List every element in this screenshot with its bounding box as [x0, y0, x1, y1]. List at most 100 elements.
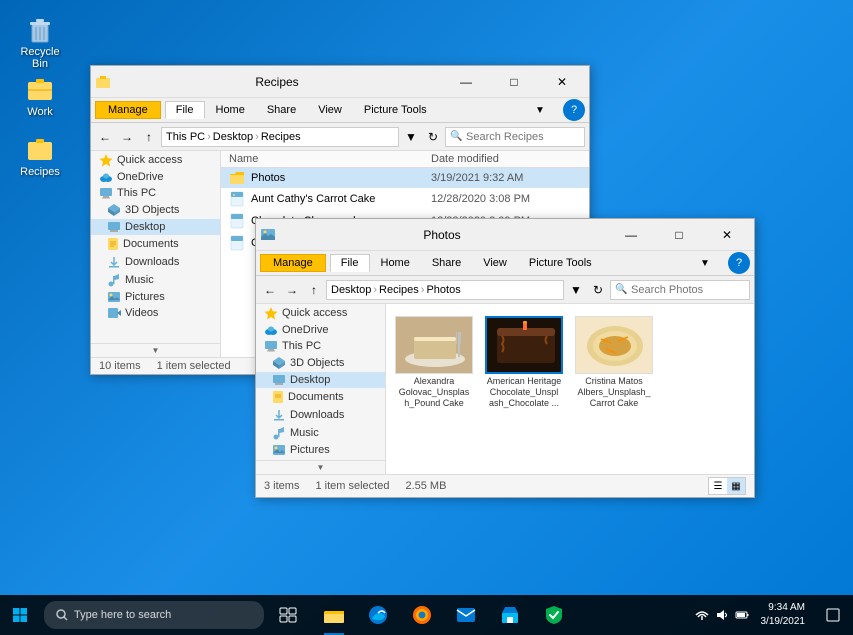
recipes-manage-tab[interactable]: Manage — [95, 101, 161, 119]
onedrive-label: OneDrive — [117, 171, 163, 183]
tile-view-button[interactable]: ▦ — [727, 478, 745, 494]
photos-ribbon-toggle[interactable]: ▼ — [682, 247, 728, 279]
sidebar-scroll-down[interactable]: ▼ — [91, 343, 220, 357]
recipes-icon — [24, 134, 56, 166]
recipes-path-dropdown[interactable]: ▼ — [401, 127, 421, 147]
photos-refresh-button[interactable]: ↻ — [588, 280, 608, 300]
photos-sidebar-3d-objects[interactable]: 3D Objects — [256, 354, 385, 372]
recipes-picture-tools-tab[interactable]: Picture Tools — [353, 101, 438, 119]
name-column-header[interactable]: Name — [229, 153, 431, 165]
photos-minimize-button[interactable]: ― — [608, 219, 654, 251]
task-view-button[interactable] — [268, 595, 308, 635]
recipes-home-tab[interactable]: Home — [205, 101, 256, 119]
sidebar-desktop[interactable]: Desktop — [91, 219, 220, 235]
list-view-button[interactable]: ☰ — [709, 478, 727, 494]
windows-logo-icon — [12, 607, 28, 623]
recipes-ribbon-tabs: Manage File Home Share View Picture Tool… — [91, 98, 589, 122]
taskbar-edge[interactable] — [356, 595, 400, 635]
taskbar-mail[interactable] — [444, 595, 488, 635]
photos-home-tab[interactable]: Home — [370, 254, 421, 272]
network-icon — [695, 608, 709, 622]
date-column-header[interactable]: Date modified — [431, 153, 581, 165]
photos-maximize-button[interactable]: □ — [656, 219, 702, 251]
recipes-search-input[interactable] — [445, 127, 585, 147]
sidebar-pictures[interactable]: Pictures — [91, 289, 220, 305]
notification-button[interactable] — [813, 595, 853, 635]
photos-search-input[interactable] — [610, 280, 750, 300]
recipes-desktop-icon[interactable]: Recipes — [10, 130, 70, 182]
taskbar: Type here to search — [0, 595, 853, 635]
photos-picture-tools-tab[interactable]: Picture Tools — [518, 254, 603, 272]
thumbnail-item-chocolate-cake[interactable]: American Heritage Chocolate_Unspl ash_Ch… — [484, 316, 564, 462]
photos-manage-tab[interactable]: Manage — [260, 254, 326, 272]
photos-path-dropdown[interactable]: ▼ — [566, 280, 586, 300]
photos-up-button[interactable]: ↑ — [304, 280, 324, 300]
thumbnail-item-carrot-cake[interactable]: Cristina Matos Albers_Unsplash_ Carrot C… — [574, 316, 654, 462]
sidebar-this-pc[interactable]: This PC — [91, 185, 220, 201]
taskbar-search[interactable]: Type here to search — [44, 601, 264, 629]
sidebar-music[interactable]: Music — [91, 271, 220, 289]
photos-sidebar-quick-access[interactable]: Quick access — [256, 304, 385, 322]
photos-share-tab[interactable]: Share — [421, 254, 472, 272]
photos-sidebar-documents[interactable]: Documents — [256, 388, 385, 406]
photos-sidebar-music[interactable]: Music — [256, 424, 385, 442]
photos-sidebar-this-pc[interactable]: This PC — [256, 338, 385, 354]
onedrive-icon — [99, 172, 113, 182]
photos-back-button[interactable]: ← — [260, 280, 280, 300]
table-row[interactable]: Aunt Cathy's Carrot Cake 12/28/2020 3:08… — [221, 188, 589, 210]
volume-icon — [715, 608, 729, 622]
firefox-icon — [412, 605, 432, 625]
taskbar-file-explorer[interactable] — [312, 595, 356, 635]
recipes-maximize-button[interactable]: □ — [491, 66, 537, 98]
photos-forward-button[interactable]: → — [282, 280, 302, 300]
photos-view-tab[interactable]: View — [472, 254, 518, 272]
photos-title-bar: Photos ― □ ✕ — [256, 219, 754, 251]
taskbar-apps — [312, 595, 687, 635]
taskbar-firefox[interactable] — [400, 595, 444, 635]
recipes-address-path[interactable]: This PC › Desktop › Recipes — [161, 127, 399, 147]
chocolate-cake-art — [487, 318, 563, 374]
recipes-view-tab[interactable]: View — [307, 101, 353, 119]
documents-icon — [107, 237, 119, 251]
recipes-share-tab[interactable]: Share — [256, 101, 307, 119]
taskbar-search-icon — [56, 609, 68, 621]
photos-window: Photos ― □ ✕ Manage File Home Share View… — [255, 218, 755, 498]
photos-file-size: 2.55 MB — [405, 480, 446, 492]
sidebar-documents[interactable]: Documents — [91, 235, 220, 253]
recipes-ribbon-toggle[interactable]: ▼ — [517, 94, 563, 126]
photos-close-button[interactable]: ✕ — [704, 219, 750, 251]
photos-address-path[interactable]: Desktop › Recipes › Photos — [326, 280, 564, 300]
sidebar-onedrive[interactable]: OneDrive — [91, 169, 220, 185]
sidebar-videos[interactable]: Videos — [91, 305, 220, 321]
photos-help-button[interactable]: ? — [728, 252, 750, 274]
photos-file-tab[interactable]: File — [330, 254, 370, 272]
recipes-minimize-button[interactable]: ― — [443, 66, 489, 98]
recipes-file-tab[interactable]: File — [165, 101, 205, 119]
photos-sidebar-scroll-down[interactable]: ▼ — [256, 460, 385, 474]
clock[interactable]: 9:34 AM 3/19/2021 — [753, 601, 814, 629]
thumbnail-item-pound-cake[interactable]: Alexandra Golovac_Unsplas h_Pound Cake — [394, 316, 474, 462]
photos-sidebar-onedrive[interactable]: OneDrive — [256, 322, 385, 338]
photos-sidebar-desktop[interactable]: Desktop — [256, 372, 385, 388]
recipes-help-button[interactable]: ? — [563, 99, 585, 121]
system-tray — [691, 608, 753, 622]
taskbar-store[interactable] — [488, 595, 532, 635]
work-desktop-icon[interactable]: Work — [10, 70, 70, 122]
photos-sidebar-pictures[interactable]: Pictures — [256, 442, 385, 458]
recycle-bin-desktop-icon[interactable]: Recycle Bin — [10, 10, 70, 74]
file-date-carrot-cake: 12/28/2020 3:08 PM — [431, 193, 581, 205]
task-view-icon — [279, 607, 297, 623]
photos-sidebar-downloads[interactable]: Downloads — [256, 406, 385, 424]
recipes-back-button[interactable]: ← — [95, 127, 115, 147]
start-button[interactable] — [0, 595, 40, 635]
sidebar-quick-access[interactable]: Quick access — [91, 151, 220, 169]
documents-label: Documents — [123, 238, 179, 250]
table-row[interactable]: Photos 3/19/2021 9:32 AM — [221, 168, 589, 188]
recipes-close-button[interactable]: ✕ — [539, 66, 585, 98]
recipes-up-button[interactable]: ↑ — [139, 127, 159, 147]
sidebar-3d-objects[interactable]: 3D Objects — [91, 201, 220, 219]
recipes-refresh-button[interactable]: ↻ — [423, 127, 443, 147]
recipes-forward-button[interactable]: → — [117, 127, 137, 147]
taskbar-security[interactable] — [532, 595, 576, 635]
sidebar-downloads[interactable]: Downloads — [91, 253, 220, 271]
